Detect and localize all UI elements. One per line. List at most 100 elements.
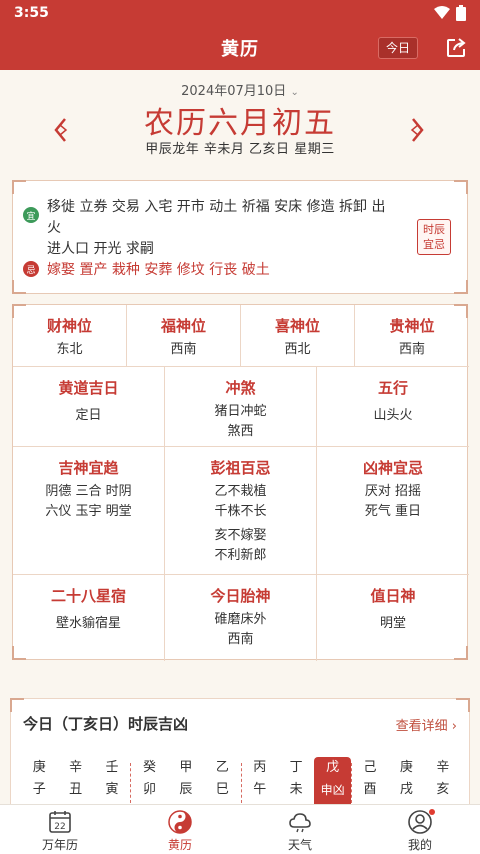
tab-weather[interactable]: 天气 [240, 805, 360, 854]
hour-branch: 酉 [363, 782, 377, 797]
hour-item[interactable]: 甲辰 [168, 757, 204, 809]
cell-value: 厌对 招摇 [364, 484, 422, 499]
hour-stem: 癸 [142, 760, 156, 775]
tab-label: 万年历 [41, 838, 78, 852]
hour-branch: 午 [253, 782, 267, 797]
god-label: 福神位 [160, 317, 206, 335]
hour-item[interactable]: 己酉 [352, 757, 388, 809]
yi-items-line2: 进人口 开光 求嗣 [47, 241, 154, 257]
hour-branch: 巳 [215, 782, 229, 797]
yinyang-icon [168, 810, 192, 834]
hour-stem: 辛 [436, 760, 450, 775]
hour-item[interactable]: 辛亥 [425, 757, 461, 809]
hour-item[interactable]: 辛丑 [57, 757, 93, 809]
date-header: 2024年07月10日 ⌄ 农历六月初五 甲辰龙年 辛未月 乙亥日 星期三 [0, 70, 480, 170]
yi-badge: 宜 [23, 207, 39, 223]
hour-item[interactable]: 壬寅 [94, 757, 130, 809]
hour-branch: 寅 [105, 782, 119, 797]
cell-label: 冲煞 [225, 379, 256, 397]
god-value: 西南 [170, 342, 197, 357]
detail-row-2: 黄道吉日 定日 冲煞 猪日冲蛇 煞西 五行 山头火 [13, 367, 469, 447]
hour-stem: 壬 [105, 760, 119, 775]
page-title: 黄历 [221, 39, 259, 60]
god-cell-fortune[interactable]: 福神位 西南 [127, 305, 241, 366]
detail-row-4: 二十八星宿 壁水貐宿星 今日胎神 碓磨床外 西南 值日神 明堂 [13, 575, 469, 661]
cell-value: 山头火 [373, 408, 413, 423]
cell-huangdao[interactable]: 黄道吉日 定日 [13, 367, 165, 446]
tab-calendar[interactable]: 22 万年历 [0, 805, 120, 854]
hour-branch: 丑 [69, 782, 83, 797]
hour-stem: 庚 [399, 760, 413, 775]
notification-dot [429, 809, 435, 815]
cell-value: 亥不嫁娶 [214, 528, 267, 543]
cell-label: 凶神宜忌 [362, 459, 423, 477]
view-details-link[interactable]: 查看详细 › [396, 715, 457, 734]
hour-item[interactable]: 乙巳 [204, 757, 240, 809]
yi-row: 宜 移徙 立券 交易 入宅 开市 动土 祈福 安床 修造 拆卸 出火 进人口 开… [23, 197, 393, 260]
cell-xiongshen[interactable]: 凶神宜忌 厌对 招摇 死气 重日 [317, 447, 469, 574]
hour-item[interactable]: 丙午 [242, 757, 278, 809]
cell-xingxiu[interactable]: 二十八星宿 壁水貐宿星 [13, 575, 165, 661]
cell-label: 彭祖百忌 [210, 459, 271, 477]
yi-items-line1: 移徙 立券 交易 入宅 开市 动土 祈福 安床 修造 拆卸 出火 [47, 199, 386, 236]
solar-date-selector[interactable]: 2024年07月10日 ⌄ [0, 80, 480, 99]
cell-zhirishen[interactable]: 值日神 明堂 [317, 575, 469, 661]
hour-branch: 辰 [179, 782, 193, 797]
hour-item-current[interactable]: 戊申凶 [314, 757, 351, 809]
cell-value: 阴德 三合 时阴 [45, 484, 132, 499]
battery-icon [456, 5, 466, 21]
shichen-yiji-button[interactable]: 时辰 宜忌 [417, 219, 451, 255]
shichen-title: 今日（丁亥日）时辰吉凶 [23, 715, 189, 733]
cell-jishen[interactable]: 吉神宜趋 阴德 三合 时阴 六仪 玉宇 明堂 [13, 447, 165, 574]
prev-day-arrow-icon[interactable] [52, 116, 68, 144]
cell-value: 不利新郎 [214, 548, 267, 563]
cell-value: 壁水貐宿星 [55, 616, 121, 631]
hour-branch: 未 [289, 782, 303, 797]
yi-ji-card[interactable]: 宜 移徙 立券 交易 入宅 开市 动土 祈福 安床 修造 拆卸 出火 进人口 开… [12, 180, 468, 294]
ji-row: 忌 嫁娶 置产 栽种 安葬 修坟 行丧 破土 [23, 259, 393, 279]
ji-items: 嫁娶 置产 栽种 安葬 修坟 行丧 破土 [47, 262, 270, 278]
god-cell-noble[interactable]: 贵神位 西南 [355, 305, 469, 366]
chevron-down-icon: ⌄ [290, 87, 299, 98]
cell-taishen[interactable]: 今日胎神 碓磨床外 西南 [165, 575, 317, 661]
god-cell-wealth[interactable]: 财神位 东北 [13, 305, 127, 366]
chevron-right-icon: › [451, 719, 457, 734]
hour-branch: 戌 [399, 782, 413, 797]
hour-branch: 子 [32, 782, 46, 797]
god-label: 喜神位 [274, 317, 320, 335]
tab-almanac[interactable]: 黄历 [120, 805, 240, 854]
hour-item[interactable]: 庚戌 [388, 757, 424, 809]
cell-wuxing[interactable]: 五行 山头火 [317, 367, 469, 446]
hour-stem: 丙 [253, 760, 267, 775]
hour-item[interactable]: 丁未 [278, 757, 314, 809]
cell-value: 碓磨床外 [214, 612, 267, 627]
cell-value: 猪日冲蛇 [214, 404, 267, 419]
hour-stem: 乙 [215, 760, 229, 775]
shichen-btn-line1: 时辰 [423, 223, 445, 236]
hour-item[interactable]: 癸卯 [131, 757, 167, 809]
share-icon[interactable] [444, 36, 468, 60]
status-bar: 3:55 [0, 0, 480, 26]
cell-label: 今日胎神 [210, 587, 271, 605]
lunar-date: 农历六月初五 [144, 106, 336, 141]
tab-label: 天气 [287, 838, 312, 852]
cell-value: 死气 重日 [364, 504, 422, 519]
today-button[interactable]: 今日 [377, 37, 418, 59]
shichen-card: 今日（丁亥日）时辰吉凶 查看详细 › 庚子 辛丑 壬寅 癸卯 甲辰 乙巳 丙午 … [10, 698, 470, 809]
hour-branch: 卯 [142, 782, 156, 797]
god-cell-joy[interactable]: 喜神位 西北 [241, 305, 355, 366]
cell-value: 煞西 [227, 424, 254, 439]
hour-stem: 辛 [69, 760, 83, 775]
next-day-arrow-icon[interactable] [410, 116, 426, 144]
status-time: 3:55 [14, 5, 49, 21]
hour-branch: 亥 [436, 782, 450, 797]
cell-chongsha[interactable]: 冲煞 猪日冲蛇 煞西 [165, 367, 317, 446]
god-value: 西北 [284, 342, 311, 357]
cell-label: 二十八星宿 [50, 587, 126, 605]
tab-profile[interactable]: 我的 [360, 805, 480, 854]
cell-value: 定日 [75, 408, 102, 423]
cell-label: 黄道吉日 [58, 379, 119, 397]
hour-item[interactable]: 庚子 [21, 757, 57, 809]
cell-pengzu[interactable]: 彭祖百忌 乙不栽植 千株不长 亥不嫁娶 不利新郎 [165, 447, 317, 574]
wifi-icon [434, 6, 450, 19]
